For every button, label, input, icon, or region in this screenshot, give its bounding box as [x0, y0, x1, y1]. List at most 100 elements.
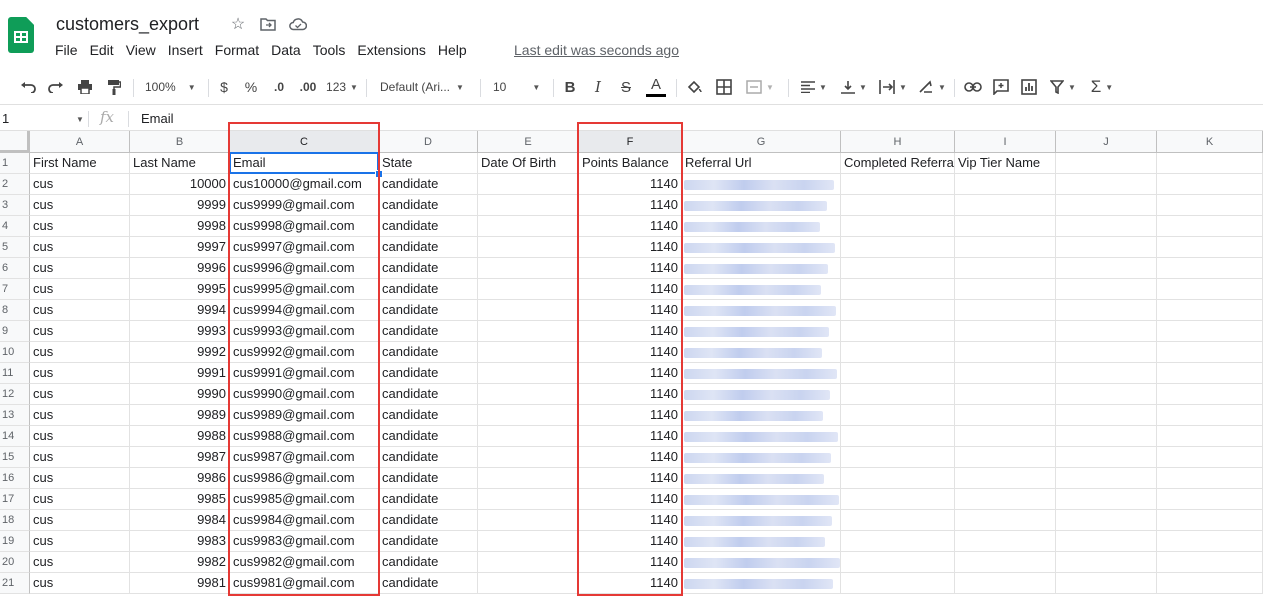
cell-dob[interactable] [478, 195, 579, 216]
filter-icon[interactable]: ▼ [1046, 72, 1080, 102]
strikethrough-button[interactable]: S [616, 72, 636, 102]
cell-first[interactable]: cus [30, 405, 130, 426]
cell-email[interactable]: cus9985@gmail.com [230, 489, 379, 510]
cell-state[interactable]: candidate [379, 321, 478, 342]
currency-format-button[interactable]: $ [214, 72, 234, 102]
formula-input[interactable]: Email [141, 111, 174, 126]
column-header-g[interactable]: G [682, 131, 841, 153]
cell-last[interactable]: 9981 [130, 573, 230, 594]
cell-dob[interactable] [478, 174, 579, 195]
menu-data[interactable]: Data [271, 42, 301, 58]
cell-j[interactable] [1056, 216, 1157, 237]
row-header[interactable]: 9 [0, 321, 30, 342]
cell-last[interactable]: 9997 [130, 237, 230, 258]
text-color-button[interactable]: A [645, 72, 667, 102]
cell-url[interactable] [682, 174, 841, 195]
cell-dob[interactable] [478, 300, 579, 321]
cell-first[interactable]: cus [30, 321, 130, 342]
cell-first[interactable]: cus [30, 300, 130, 321]
cell-vip[interactable] [955, 195, 1056, 216]
last-edit-link[interactable]: Last edit was seconds ago [514, 42, 679, 58]
cell-k[interactable] [1157, 363, 1263, 384]
text-wrap-icon[interactable]: ▼ [877, 72, 909, 102]
cell-dob[interactable] [478, 426, 579, 447]
cell-ref[interactable] [841, 300, 955, 321]
increase-decimal-button[interactable]: .00 [296, 72, 320, 102]
cell-points[interactable]: 1140 [579, 258, 682, 279]
menu-extensions[interactable]: Extensions [357, 42, 425, 58]
cell-points[interactable]: 1140 [579, 447, 682, 468]
decrease-decimal-button[interactable]: .0 [268, 72, 290, 102]
cell-dob[interactable] [478, 552, 579, 573]
cell-first[interactable]: cus [30, 510, 130, 531]
cell-points[interactable]: 1140 [579, 573, 682, 594]
cell-j[interactable] [1056, 321, 1157, 342]
sheets-logo-icon[interactable] [8, 17, 34, 53]
cell-url[interactable] [682, 489, 841, 510]
cell-dob[interactable] [478, 384, 579, 405]
cell-points[interactable]: 1140 [579, 195, 682, 216]
row-header[interactable]: 7 [0, 279, 30, 300]
cell-vip[interactable] [955, 531, 1056, 552]
cell-points[interactable]: 1140 [579, 531, 682, 552]
cell-ref[interactable] [841, 510, 955, 531]
cell-k[interactable] [1157, 426, 1263, 447]
column-header-h[interactable]: H [841, 131, 955, 153]
row-header[interactable]: 12 [0, 384, 30, 405]
cell-dob[interactable] [478, 258, 579, 279]
row-header[interactable]: 5 [0, 237, 30, 258]
cell-dob[interactable] [478, 573, 579, 594]
cell-last[interactable]: 9990 [130, 384, 230, 405]
cell-first[interactable]: cus [30, 258, 130, 279]
cell-j[interactable] [1056, 195, 1157, 216]
cell-vip[interactable] [955, 489, 1056, 510]
cell-k[interactable] [1157, 489, 1263, 510]
paint-format-icon[interactable] [102, 72, 126, 102]
cell-last[interactable]: 9984 [130, 510, 230, 531]
column-header-b[interactable]: B [130, 131, 230, 153]
insert-link-icon[interactable] [962, 72, 984, 102]
cell-j[interactable] [1056, 342, 1157, 363]
header-cell[interactable]: State [379, 153, 478, 174]
cell-ref[interactable] [841, 258, 955, 279]
cell-first[interactable]: cus [30, 447, 130, 468]
cell-state[interactable]: candidate [379, 552, 478, 573]
cell-first[interactable]: cus [30, 237, 130, 258]
cell-points[interactable]: 1140 [579, 426, 682, 447]
cell-state[interactable]: candidate [379, 342, 478, 363]
header-cell[interactable]: Referral Url [682, 153, 841, 174]
cell-dob[interactable] [478, 531, 579, 552]
zoom-select[interactable]: 100% ▼ [145, 72, 199, 102]
cell-ref[interactable] [841, 384, 955, 405]
cell-points[interactable]: 1140 [579, 174, 682, 195]
cell-ref[interactable] [841, 174, 955, 195]
insert-comment-icon[interactable] [990, 72, 1012, 102]
print-icon[interactable] [73, 72, 97, 102]
cell-state[interactable]: candidate [379, 363, 478, 384]
column-header-c[interactable]: C [230, 131, 379, 153]
cell-state[interactable]: candidate [379, 573, 478, 594]
row-header[interactable]: 4 [0, 216, 30, 237]
cell-ref[interactable] [841, 237, 955, 258]
cell-j[interactable] [1056, 174, 1157, 195]
star-icon[interactable]: ☆ [228, 14, 248, 34]
cell-vip[interactable] [955, 573, 1056, 594]
column-header-e[interactable]: E [478, 131, 579, 153]
cell-points[interactable]: 1140 [579, 363, 682, 384]
cell-first[interactable]: cus [30, 384, 130, 405]
cell-j[interactable] [1056, 468, 1157, 489]
cell-state[interactable]: candidate [379, 447, 478, 468]
cell-dob[interactable] [478, 216, 579, 237]
cell-url[interactable] [682, 216, 841, 237]
name-box[interactable]: 1 ▼ [2, 111, 84, 126]
cell-k[interactable] [1157, 258, 1263, 279]
cell-first[interactable]: cus [30, 195, 130, 216]
cell-last[interactable]: 9987 [130, 447, 230, 468]
cell-last[interactable]: 9991 [130, 363, 230, 384]
cell-ref[interactable] [841, 363, 955, 384]
cell-dob[interactable] [478, 321, 579, 342]
cell-url[interactable] [682, 384, 841, 405]
cell-state[interactable]: candidate [379, 468, 478, 489]
header-cell[interactable]: First Name [30, 153, 130, 174]
cell-email[interactable]: cus9989@gmail.com [230, 405, 379, 426]
